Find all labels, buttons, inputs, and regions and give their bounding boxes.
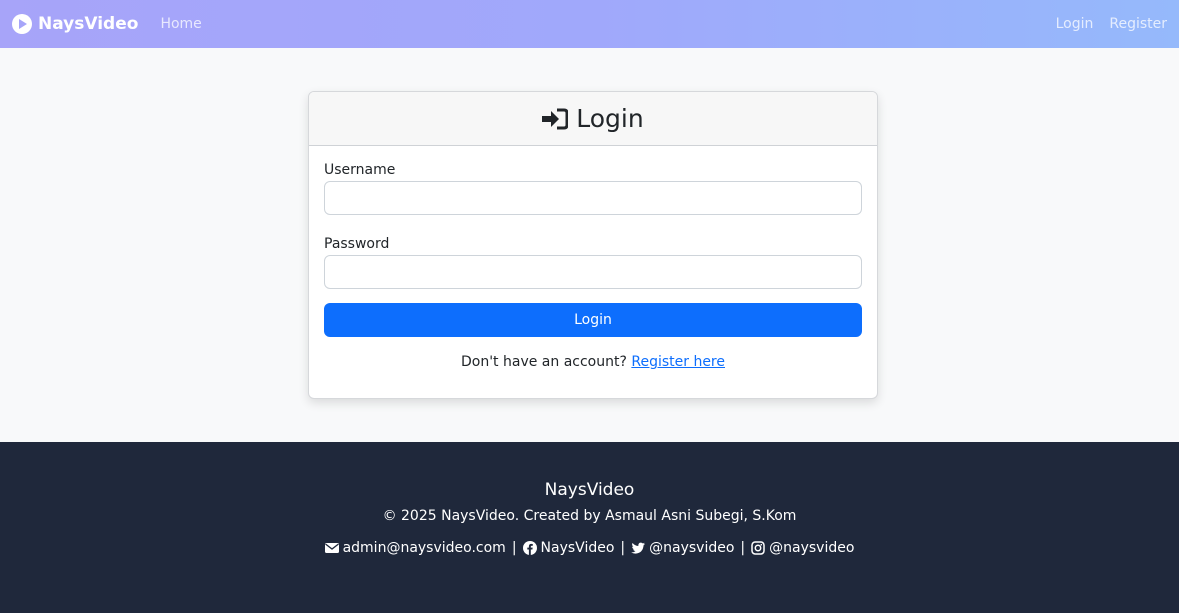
nav-login-link[interactable]: Login [1056, 16, 1094, 32]
brand-name: NaysVideo [38, 14, 139, 34]
password-label: Password [324, 236, 390, 252]
instagram-icon [751, 541, 765, 555]
nav-auth-links: Login Register [1056, 16, 1167, 32]
footer-twitter[interactable]: @naysvideo [649, 540, 734, 556]
login-card: Login Username Password Login Don't have… [308, 91, 878, 399]
sign-in-icon [542, 108, 569, 129]
play-circle-icon [12, 14, 32, 34]
footer-instagram[interactable]: @naysvideo [769, 540, 854, 556]
register-prompt: Don't have an account? Register here [324, 354, 862, 370]
register-here-link[interactable]: Register here [631, 354, 725, 370]
footer-facebook[interactable]: NaysVideo [541, 540, 615, 556]
footer-contact-links: admin@naysvideo.com | NaysVideo | @naysv… [0, 540, 1179, 556]
login-button[interactable]: Login [324, 303, 862, 337]
brand-link[interactable]: NaysVideo [12, 14, 138, 34]
login-title: Login [576, 104, 644, 133]
card-header: Login [309, 92, 877, 146]
username-label: Username [324, 162, 396, 178]
card-body: Username Password Login Don't have an ac… [309, 146, 877, 386]
facebook-icon [522, 541, 537, 555]
nav-home-link[interactable]: Home [160, 16, 201, 32]
footer-copyright: © 2025 NaysVideo. Created by Asmaul Asni… [382, 508, 797, 524]
footer: NaysVideo © 2025 NaysVideo. Created by A… [0, 442, 1179, 613]
password-group: Password [324, 236, 862, 289]
twitter-icon [631, 542, 646, 554]
nav-register-link[interactable]: Register [1109, 16, 1167, 32]
password-input[interactable] [324, 255, 862, 289]
username-group: Username [324, 162, 862, 215]
envelope-icon [324, 543, 339, 553]
footer-separator: | [511, 540, 517, 556]
footer-title: NaysVideo [544, 480, 635, 500]
navbar: NaysVideo Home Login Register [0, 0, 1179, 48]
footer-email[interactable]: admin@naysvideo.com [343, 540, 506, 556]
footer-separator: | [740, 540, 746, 556]
footer-separator: | [620, 540, 626, 556]
username-input[interactable] [324, 181, 862, 215]
register-prompt-text: Don't have an account? [460, 354, 627, 370]
